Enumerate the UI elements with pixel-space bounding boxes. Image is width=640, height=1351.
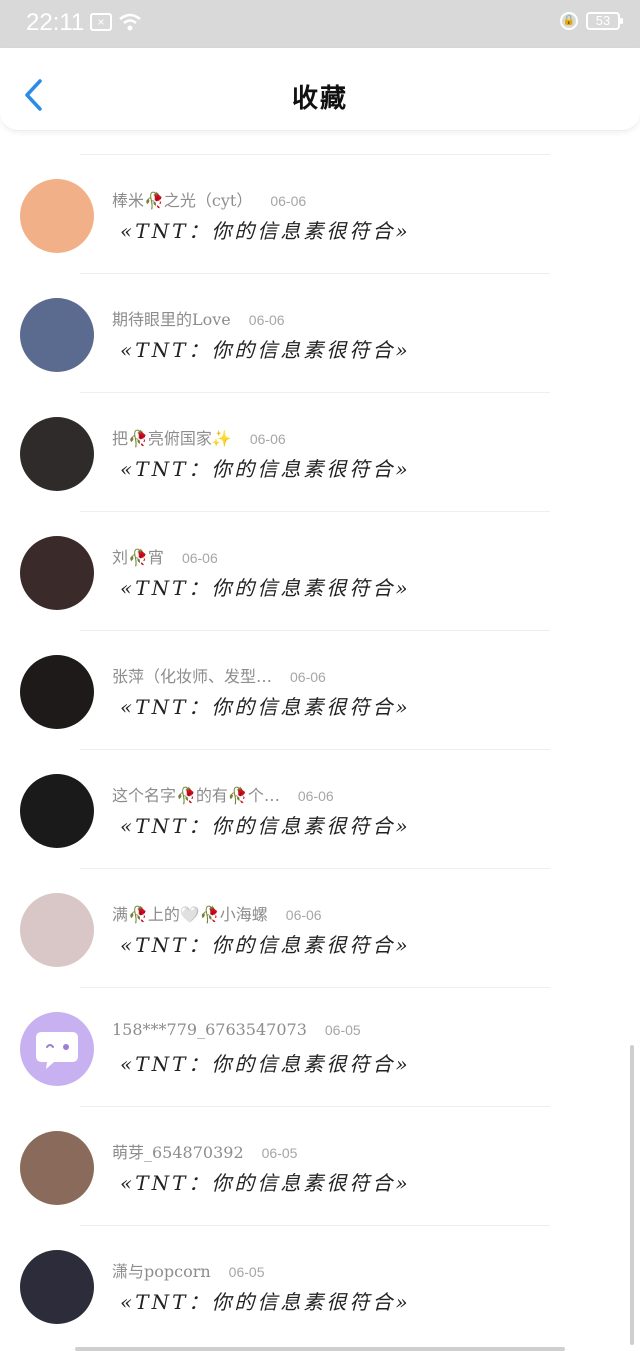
list-item[interactable]: 潇与popcorn 06-05 «TNT：你的信息素很符合» — [0, 1226, 640, 1345]
item-date: 06-06 — [270, 193, 307, 209]
item-name: 158***779_6763547073 — [112, 1020, 307, 1039]
list-item[interactable]: 棒米🥀之光（cyt） 06-06 «TNT：你的信息素很符合» — [0, 155, 640, 274]
list-item[interactable]: 这个名字🥀的有🥀个… 06-06 «TNT：你的信息素很符合» — [0, 750, 640, 869]
lock-icon: 🔒 — [560, 12, 578, 30]
item-message: «TNT：你的信息素很符合» — [120, 219, 411, 243]
avatar — [20, 536, 94, 610]
status-time: 22:11 — [26, 9, 85, 36]
item-date: 06-05 — [324, 1022, 361, 1038]
home-indicator — [75, 1347, 565, 1351]
item-message: «TNT：你的信息素很符合» — [120, 933, 411, 957]
item-date: 06-05 — [228, 1264, 265, 1280]
favorites-list: 棒米🥀之光（cyt） 06-06 «TNT：你的信息素很符合» 期待眼里的Love… — [0, 130, 640, 1345]
item-name: 这个名字🥀的有🥀个… — [112, 786, 280, 805]
item-date: 06-06 — [297, 788, 334, 804]
item-name: 满🥀上的🤍🥀小海螺 — [112, 905, 268, 924]
item-date: 06-06 — [249, 431, 286, 447]
status-icons-left: × — [90, 12, 142, 32]
item-message: «TNT：你的信息素很符合» — [120, 1290, 411, 1314]
notification-icon: × — [90, 13, 112, 31]
avatar — [20, 893, 94, 967]
header: 收藏 — [0, 48, 640, 131]
list-item[interactable]: 张萍（化妆师、发型… 06-06 «TNT：你的信息素很符合» — [0, 631, 640, 750]
page-title: 收藏 — [291, 84, 348, 114]
list-item[interactable]: 萌芽_654870392 06-05 «TNT：你的信息素很符合» — [0, 1107, 640, 1226]
list-item[interactable]: 把🥀亮俯国家✨ 06-06 «TNT：你的信息素很符合» — [0, 393, 640, 512]
avatar — [20, 1250, 94, 1324]
item-date: 06-06 — [285, 907, 322, 923]
item-message: «TNT：你的信息素很符合» — [120, 1052, 411, 1076]
avatar — [20, 1131, 94, 1205]
list-item[interactable]: 期待眼里的Love 06-06 «TNT：你的信息素很符合» — [0, 274, 640, 393]
item-name: 萌芽_654870392 — [112, 1143, 244, 1162]
avatar — [20, 774, 94, 848]
item-message: «TNT：你的信息素很符合» — [120, 457, 411, 481]
wifi-icon — [119, 13, 141, 31]
item-message: «TNT：你的信息素很符合» — [120, 1171, 411, 1195]
item-date: 06-05 — [261, 1145, 298, 1161]
avatar — [20, 417, 94, 491]
item-message: «TNT：你的信息素很符合» — [120, 814, 411, 838]
item-name: 棒米🥀之光（cyt） — [112, 191, 253, 210]
item-date: 06-06 — [181, 550, 218, 566]
list-item[interactable]: 158***779_6763547073 06-05 «TNT：你的信息素很符合» — [0, 988, 640, 1107]
scrollbar[interactable] — [630, 1045, 634, 1345]
status-icons-right: 🔒 53 — [560, 12, 623, 30]
item-name: 刘🥀宵 — [112, 548, 164, 567]
item-name: 把🥀亮俯国家✨ — [112, 429, 232, 448]
avatar — [20, 179, 94, 253]
battery-icon: 53 — [586, 12, 623, 30]
item-date: 06-06 — [290, 669, 326, 685]
item-message: «TNT：你的信息素很符合» — [120, 695, 411, 719]
item-message: «TNT：你的信息素很符合» — [120, 338, 411, 362]
item-message: «TNT：你的信息素很符合» — [120, 576, 411, 600]
list-item[interactable]: 满🥀上的🤍🥀小海螺 06-06 «TNT：你的信息素很符合» — [0, 869, 640, 988]
default-avatar-icon — [20, 1012, 94, 1086]
avatar — [20, 298, 94, 372]
list-item[interactable]: 刘🥀宵 06-06 «TNT：你的信息素很符合» — [0, 512, 640, 631]
status-bar: 22:11 × 🔒 53 — [0, 0, 640, 48]
item-name: 期待眼里的Love — [112, 310, 231, 329]
item-name: 张萍（化妆师、发型… — [112, 667, 273, 686]
avatar — [20, 655, 94, 729]
item-date: 06-06 — [248, 312, 285, 328]
item-name: 潇与popcorn — [112, 1262, 211, 1281]
